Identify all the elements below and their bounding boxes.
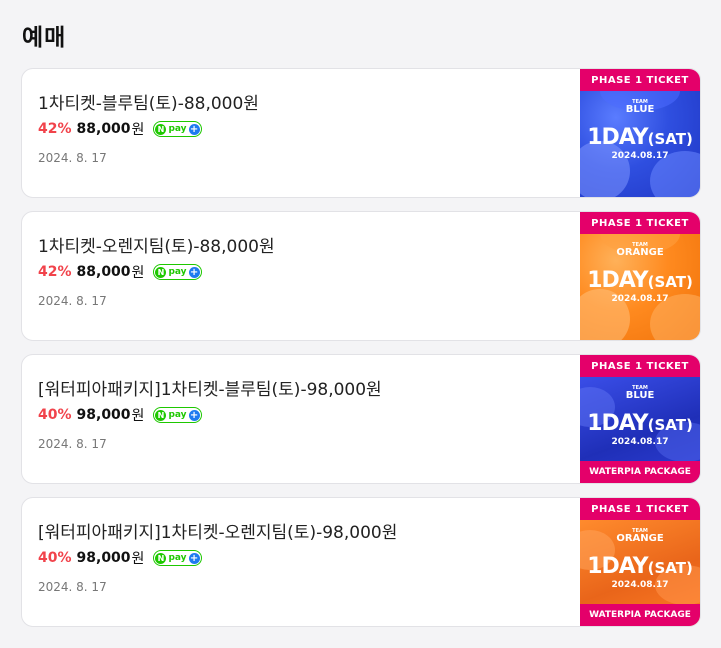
thumb-date: 2024.08.17 xyxy=(611,151,669,161)
discount-rate: 42% xyxy=(38,121,72,137)
currency: 원 xyxy=(131,265,145,281)
npay-plus-icon: + xyxy=(188,123,200,135)
product-card[interactable]: 1차티켓-블루팀(토)-88,000원 42% 88,000 원 N pay +… xyxy=(21,68,701,198)
price-row: 40% 98,000 원 N pay + xyxy=(38,548,202,568)
product-card[interactable]: 1차티켓-오렌지팀(토)-88,000원 42% 88,000 원 N pay … xyxy=(21,211,701,341)
thumb-day: 1DAY(SAT) xyxy=(580,411,700,436)
thumb-date: 2024.08.17 xyxy=(611,437,669,447)
product-thumbnail: PHASE 1 TICKET TEAM ORANGE 1DAY(SAT) 202… xyxy=(580,212,700,340)
product-name: [워터피아패키지]1차티켓-오렌지팀(토)-98,000원 xyxy=(38,523,398,543)
currency: 원 xyxy=(131,551,145,567)
npay-pay-label: pay xyxy=(168,124,187,134)
npay-badge: N pay + xyxy=(153,550,202,566)
thumb-weekday: (SAT) xyxy=(647,559,693,577)
thumb-day: 1DAY(SAT) xyxy=(580,554,700,579)
thumb-team: TEAM ORANGE xyxy=(580,242,700,258)
discount-rate: 40% xyxy=(38,407,72,423)
thumb-phase-label: PHASE 1 TICKET xyxy=(580,355,700,377)
thumb-weekday: (SAT) xyxy=(647,130,693,148)
price: 88,000 xyxy=(76,264,131,280)
npay-pay-label: pay xyxy=(168,553,187,563)
thumb-phase-label: PHASE 1 TICKET xyxy=(580,498,700,520)
npay-pay-label: pay xyxy=(168,267,187,277)
currency: 원 xyxy=(131,122,145,138)
thumb-team-name: ORANGE xyxy=(616,533,664,544)
npay-plus-icon: + xyxy=(188,552,200,564)
section-title: 예매 xyxy=(22,25,67,51)
thumb-team-name: BLUE xyxy=(625,390,655,401)
thumb-day-big: 1DAY xyxy=(587,411,648,436)
price-row: 40% 98,000 원 N pay + xyxy=(38,405,202,425)
thumb-team-name: ORANGE xyxy=(616,247,664,258)
currency: 원 xyxy=(131,408,145,424)
thumb-team: TEAM BLUE xyxy=(580,99,700,115)
thumb-date: 2024.08.17 xyxy=(611,580,669,590)
thumb-day: 1DAY(SAT) xyxy=(580,268,700,293)
npay-n-icon: N xyxy=(155,266,167,278)
price-row: 42% 88,000 원 N pay + xyxy=(38,119,202,139)
thumb-phase-label: PHASE 1 TICKET xyxy=(580,212,700,234)
thumb-day-big: 1DAY xyxy=(587,125,648,150)
product-card[interactable]: [워터피아패키지]1차티켓-블루팀(토)-98,000원 40% 98,000 … xyxy=(21,354,701,484)
npay-pay-label: pay xyxy=(168,410,187,420)
thumb-team: TEAM BLUE xyxy=(580,385,700,401)
thumb-package-label: WATERPIA PACKAGE xyxy=(580,461,700,483)
discount-rate: 40% xyxy=(38,550,72,566)
thumb-day: 1DAY(SAT) xyxy=(580,125,700,150)
thumb-package-label: WATERPIA PACKAGE xyxy=(580,604,700,626)
price: 88,000 xyxy=(76,121,131,137)
product-list: 1차티켓-블루팀(토)-88,000원 42% 88,000 원 N pay +… xyxy=(21,68,701,640)
product-thumbnail: PHASE 1 TICKET TEAM BLUE 1DAY(SAT) 2024.… xyxy=(580,69,700,197)
event-date: 2024. 8. 17 xyxy=(38,580,107,594)
event-date: 2024. 8. 17 xyxy=(38,151,107,165)
thumb-team-name: BLUE xyxy=(625,104,655,115)
thumb-day-big: 1DAY xyxy=(587,554,648,579)
event-date: 2024. 8. 17 xyxy=(38,437,107,451)
event-date: 2024. 8. 17 xyxy=(38,294,107,308)
npay-plus-icon: + xyxy=(188,266,200,278)
product-card[interactable]: [워터피아패키지]1차티켓-오렌지팀(토)-98,000원 40% 98,000… xyxy=(21,497,701,627)
npay-badge: N pay + xyxy=(153,407,202,423)
product-name: 1차티켓-오렌지팀(토)-88,000원 xyxy=(38,237,275,257)
price-row: 42% 88,000 원 N pay + xyxy=(38,262,202,282)
thumb-team: TEAM ORANGE xyxy=(580,528,700,544)
thumb-phase-label: PHASE 1 TICKET xyxy=(580,69,700,91)
product-thumbnail: PHASE 1 TICKET TEAM BLUE 1DAY(SAT) 2024.… xyxy=(580,355,700,483)
price: 98,000 xyxy=(76,550,131,566)
thumb-day-big: 1DAY xyxy=(587,268,648,293)
npay-badge: N pay + xyxy=(153,264,202,280)
thumb-weekday: (SAT) xyxy=(647,273,693,291)
thumb-weekday: (SAT) xyxy=(647,416,693,434)
price: 98,000 xyxy=(76,407,131,423)
npay-n-icon: N xyxy=(155,409,167,421)
product-name: 1차티켓-블루팀(토)-88,000원 xyxy=(38,94,259,114)
npay-plus-icon: + xyxy=(188,409,200,421)
npay-badge: N pay + xyxy=(153,121,202,137)
npay-n-icon: N xyxy=(155,552,167,564)
npay-n-icon: N xyxy=(155,123,167,135)
product-thumbnail: PHASE 1 TICKET TEAM ORANGE 1DAY(SAT) 202… xyxy=(580,498,700,626)
product-name: [워터피아패키지]1차티켓-블루팀(토)-98,000원 xyxy=(38,380,382,400)
thumb-date: 2024.08.17 xyxy=(611,294,669,304)
discount-rate: 42% xyxy=(38,264,72,280)
